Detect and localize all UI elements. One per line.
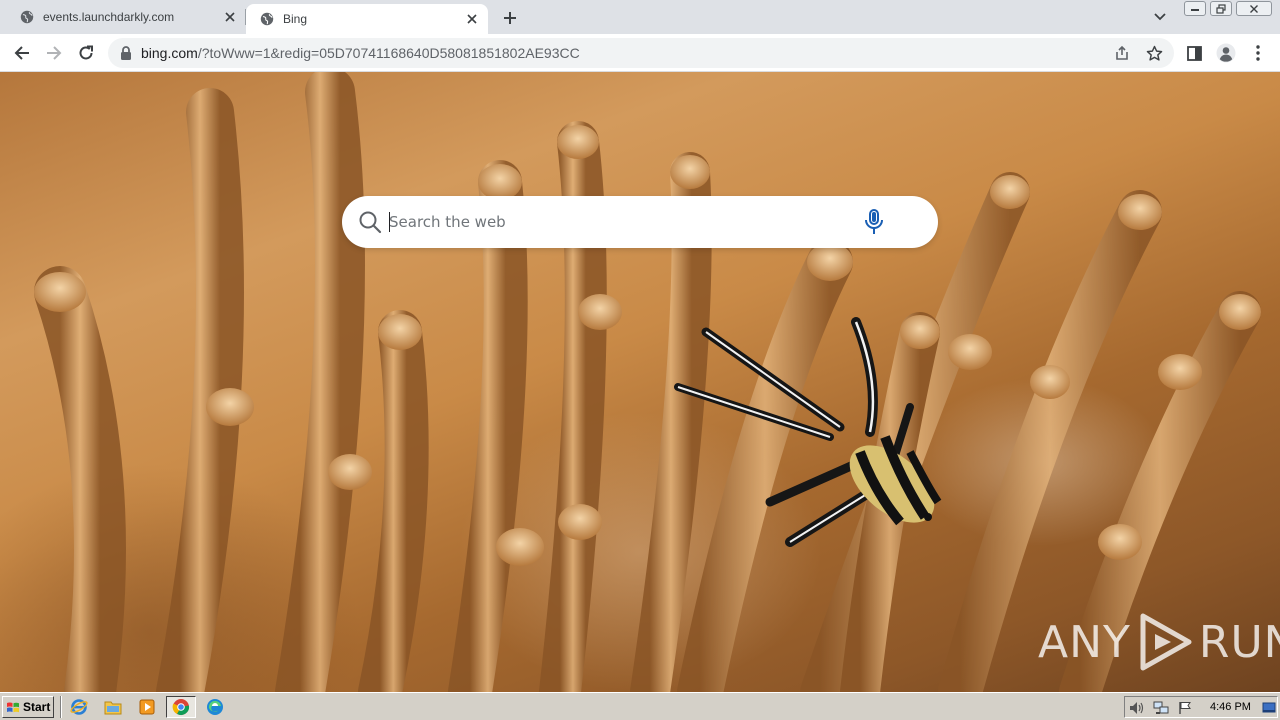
globe-icon <box>260 12 274 26</box>
menu-button[interactable] <box>1244 39 1272 67</box>
text-caret <box>389 212 390 232</box>
desktop-icon <box>1262 702 1276 712</box>
folder-icon <box>104 701 122 715</box>
minimize-button[interactable] <box>1184 1 1206 16</box>
new-tab-button[interactable] <box>496 4 524 32</box>
tab-search-button[interactable] <box>1148 6 1172 28</box>
reload-button[interactable] <box>72 39 100 67</box>
star-icon <box>1146 45 1162 61</box>
forward-button[interactable] <box>40 39 68 67</box>
reload-icon <box>79 45 93 60</box>
close-window-button[interactable] <box>1236 1 1272 16</box>
profile-button[interactable] <box>1212 39 1240 67</box>
tab-title: events.launchdarkly.com <box>43 10 175 24</box>
close-tab-icon[interactable] <box>462 9 482 29</box>
flag-icon <box>1179 701 1191 714</box>
url-host: bing.com <box>141 45 198 61</box>
search-input[interactable] <box>389 208 849 236</box>
start-label: Start <box>23 700 51 714</box>
action-center-button[interactable] <box>1177 700 1193 715</box>
start-button[interactable]: Start <box>2 696 54 718</box>
search-icon[interactable] <box>358 210 382 234</box>
share-button[interactable] <box>1111 43 1133 63</box>
share-icon <box>1116 45 1128 60</box>
back-button[interactable] <box>8 39 36 67</box>
microphone-icon[interactable] <box>862 209 886 235</box>
media-player-button[interactable] <box>136 697 158 717</box>
fish-image <box>674 317 942 547</box>
network-button[interactable] <box>1153 700 1169 715</box>
taskbar-clock[interactable]: 4:46 PM <box>1210 701 1251 713</box>
network-icon <box>1153 701 1169 714</box>
watermark-left: ANY <box>1038 616 1131 668</box>
taskbar-separator <box>60 696 62 718</box>
lock-icon[interactable] <box>120 46 132 60</box>
system-tray: 4:46 PM <box>1124 696 1278 718</box>
bookmark-button[interactable] <box>1143 43 1165 63</box>
plus-icon <box>504 12 516 24</box>
globe-icon <box>20 10 34 24</box>
anyrun-watermark: ANY RUN <box>1038 610 1280 674</box>
volume-button[interactable] <box>1129 700 1145 715</box>
profile-avatar-icon <box>1216 43 1236 63</box>
tab-bing[interactable]: Bing <box>246 4 488 34</box>
windows-taskbar: Start 4:46 PM <box>0 692 1280 720</box>
edge-button[interactable] <box>204 697 226 717</box>
watermark-right: RUN <box>1198 616 1280 668</box>
file-explorer-button[interactable] <box>102 697 124 717</box>
chrome-icon <box>172 699 190 715</box>
url-path: /?toWww=1&redig=05D70741168640D580818518… <box>197 45 580 61</box>
arrow-right-icon <box>47 46 62 60</box>
address-bar[interactable]: bing.com/?toWww=1&redig=05D70741168640D5… <box>108 38 1174 68</box>
edge-icon <box>207 699 223 715</box>
window-controls <box>1184 1 1272 17</box>
windows-logo-icon <box>7 702 19 712</box>
play-logo-icon <box>1140 613 1192 671</box>
url-text[interactable]: bing.com/?toWww=1&redig=05D70741168640D5… <box>141 45 580 61</box>
media-player-icon <box>139 699 155 715</box>
side-panel-icon <box>1186 45 1202 61</box>
tab-strip: events.launchdarkly.com Bing <box>0 0 1280 34</box>
internet-explorer-icon <box>70 699 88 715</box>
internet-explorer-button[interactable] <box>68 697 90 717</box>
bing-homepage: ANY RUN <box>0 72 1280 692</box>
restore-icon <box>1216 3 1226 14</box>
search-box[interactable] <box>342 196 938 248</box>
background-image <box>34 72 1261 692</box>
side-panel-button[interactable] <box>1180 39 1208 67</box>
show-desktop-button[interactable] <box>1261 700 1277 715</box>
arrow-left-icon <box>14 46 29 60</box>
speaker-icon <box>1130 701 1144 714</box>
tab-launchdarkly[interactable]: events.launchdarkly.com <box>0 0 246 34</box>
restore-button[interactable] <box>1210 1 1232 16</box>
minimize-icon <box>1191 8 1199 11</box>
chevron-down-icon <box>1154 13 1166 21</box>
more-vertical-icon <box>1256 45 1260 61</box>
close-tab-icon[interactable] <box>220 7 240 27</box>
chrome-taskbar-button[interactable] <box>166 696 196 718</box>
close-icon <box>1250 4 1258 13</box>
tab-title: Bing <box>283 12 308 26</box>
browser-toolbar: bing.com/?toWww=1&redig=05D70741168640D5… <box>0 34 1280 72</box>
